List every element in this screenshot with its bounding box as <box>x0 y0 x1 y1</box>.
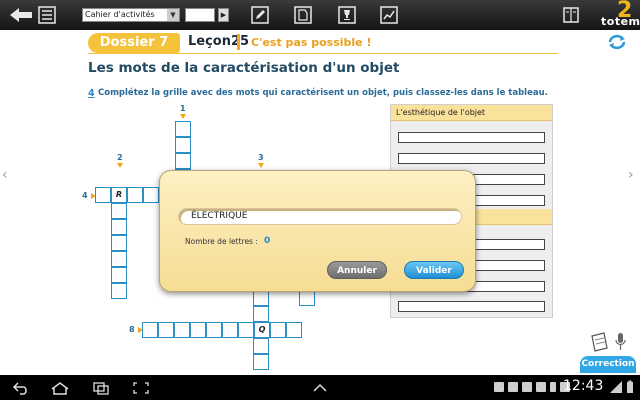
lecon-title: C'est pas possible ! <box>251 36 372 49</box>
correction-tools <box>588 330 632 354</box>
crossword-cell[interactable] <box>253 354 269 370</box>
status-icons <box>494 380 570 394</box>
table-header-aesthetics: L'esthétique de l'objet <box>391 105 552 121</box>
crossword-cell[interactable] <box>175 153 191 169</box>
header-divider <box>88 53 558 54</box>
trophy-icon[interactable] <box>337 4 357 26</box>
clue-number: 3 <box>258 153 264 162</box>
bluetooth-icon <box>550 382 556 392</box>
crossword-cell[interactable] <box>299 290 315 306</box>
clue-arrow-icon <box>258 163 264 168</box>
crossword-cell[interactable] <box>238 322 254 338</box>
crossword-cell[interactable] <box>158 322 174 338</box>
exercise-number: 4 <box>88 88 95 99</box>
crossword-cell[interactable] <box>111 267 127 283</box>
crossword-cell[interactable] <box>270 322 286 338</box>
notepad-icon[interactable] <box>591 332 608 352</box>
clue-number: 1 <box>180 104 186 113</box>
chevron-up-icon[interactable] <box>312 379 328 396</box>
previous-page-icon[interactable]: ‹ <box>2 167 8 183</box>
table-answer-line[interactable] <box>398 132 545 143</box>
crossword-cell[interactable] <box>111 283 127 299</box>
page-title: Les mots de la caractérisation d'un obje… <box>88 60 400 76</box>
crossword-cell[interactable] <box>111 219 127 235</box>
lecon-divider <box>237 34 240 50</box>
table-answer-line[interactable] <box>398 301 545 312</box>
chart-icon[interactable] <box>379 4 399 26</box>
clock: 12:43 <box>563 378 604 394</box>
crossword-cell[interactable] <box>175 121 191 137</box>
book-icon[interactable] <box>562 4 580 26</box>
back-arrow-icon[interactable] <box>8 4 34 26</box>
top-toolbar: Cahier d'activités ▼ ▶ <box>0 0 640 30</box>
cancel-button[interactable]: Annuler <box>327 261 387 279</box>
signal-icon <box>609 379 623 393</box>
chapter-select-value: Cahier d'activités <box>85 10 155 19</box>
crossword-cell[interactable] <box>174 322 190 338</box>
crossword-cell[interactable] <box>253 290 269 306</box>
next-page-icon[interactable]: › <box>628 167 634 183</box>
logo-text: totem <box>601 15 640 28</box>
crossword-cell[interactable] <box>286 322 302 338</box>
battery-icon <box>626 379 634 393</box>
clue-arrow-icon <box>117 163 123 168</box>
photo-icon <box>508 382 518 392</box>
page-number-input[interactable] <box>185 8 215 22</box>
clue-number: 8 <box>129 325 135 334</box>
validate-button[interactable]: Valider <box>404 261 464 279</box>
crossword-cell[interactable]: Q <box>254 322 270 338</box>
keyboard-icon <box>522 382 532 392</box>
clue-arrow-icon <box>180 114 186 119</box>
crossword-cell[interactable] <box>253 338 269 354</box>
crossword-cell[interactable] <box>127 187 143 203</box>
clue-number: 4 <box>82 191 88 200</box>
page-go-button[interactable]: ▶ <box>218 8 229 22</box>
crossword-cell[interactable] <box>111 251 127 267</box>
exercise-instruction: Complétez la grille avec des mots qui ca… <box>98 88 548 98</box>
crossword-cell[interactable] <box>95 187 111 203</box>
crossword-cell[interactable] <box>111 235 127 251</box>
refresh-icon[interactable] <box>606 34 628 50</box>
screenshot-icon[interactable] <box>132 379 150 396</box>
list-icon[interactable] <box>38 4 56 26</box>
answer-input[interactable]: ÉLECTRIQUE <box>178 208 462 225</box>
edit-icon[interactable] <box>250 4 270 26</box>
crossword-cell[interactable] <box>175 137 191 153</box>
crossword-cell[interactable] <box>206 322 222 338</box>
page-icon[interactable] <box>293 4 313 26</box>
clue-number: 2 <box>117 153 123 162</box>
table-answer-line[interactable] <box>398 153 545 164</box>
home-icon[interactable] <box>50 379 70 396</box>
crossword-cell[interactable] <box>142 322 158 338</box>
notification-icon <box>494 382 504 392</box>
crossword-cell[interactable] <box>222 322 238 338</box>
letters-count-value: 0 <box>264 236 271 246</box>
crossword-cell[interactable] <box>253 306 269 322</box>
dossier-badge: Dossier 7 <box>88 33 180 53</box>
crossword-cell[interactable]: R <box>111 187 127 203</box>
back-icon[interactable] <box>12 379 30 396</box>
recent-apps-icon[interactable] <box>92 379 110 396</box>
lock-icon <box>536 382 546 392</box>
crossword-cell[interactable] <box>190 322 206 338</box>
answer-dialog: ÉLECTRIQUE Nombre de lettres : 0 Annuler… <box>159 170 476 292</box>
microphone-icon[interactable] <box>615 333 626 350</box>
crossword-cell[interactable] <box>111 203 127 219</box>
correction-button[interactable]: Correction <box>580 356 636 373</box>
crossword-cell[interactable] <box>143 187 159 203</box>
chevron-down-icon: ▼ <box>167 9 179 21</box>
chapter-select[interactable]: Cahier d'activités ▼ <box>82 8 180 22</box>
letters-count-label: Nombre de lettres : <box>185 237 258 246</box>
